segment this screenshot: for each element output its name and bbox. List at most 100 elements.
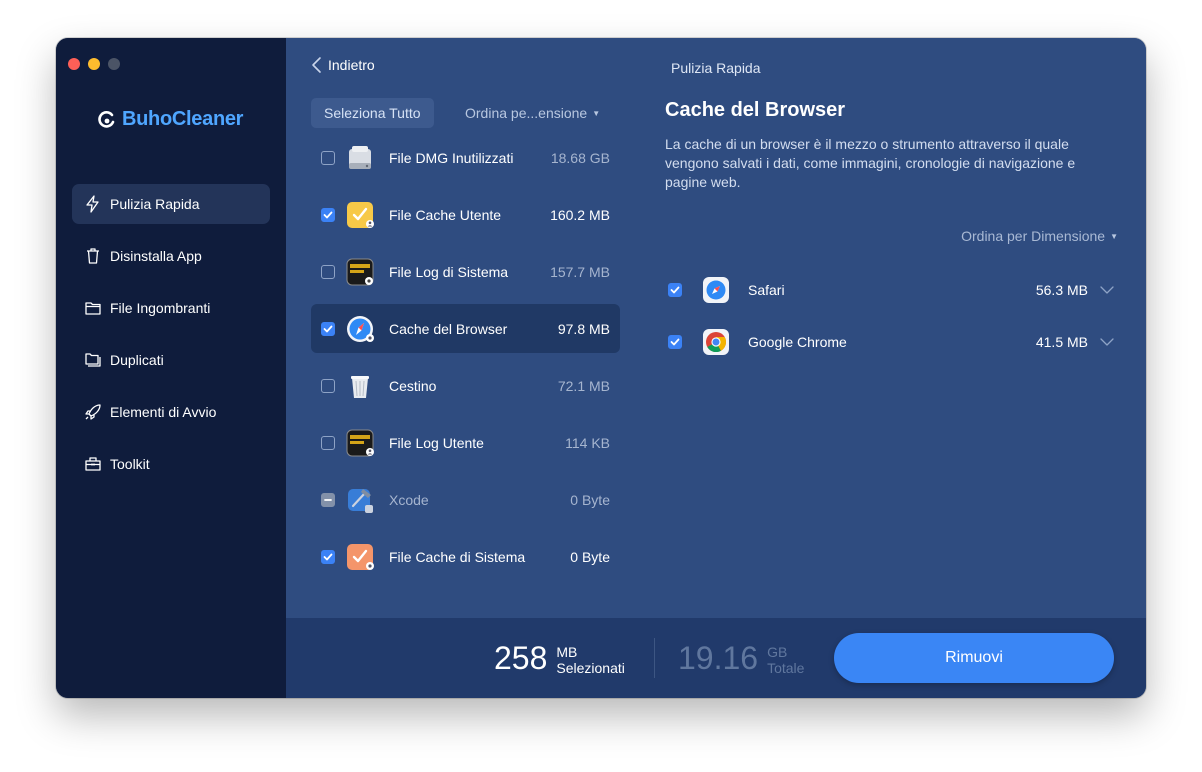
summary-divider [654, 638, 655, 678]
item-size: 157.7 MB [550, 263, 610, 280]
sidebar-item-duplicati[interactable]: Duplicati [72, 340, 270, 380]
back-label: Indietro [328, 57, 375, 73]
total-unit: GB [767, 644, 788, 660]
sidebar-item-toolkit[interactable]: Toolkit [72, 444, 270, 484]
app-name: BuhoCleaner [122, 108, 244, 130]
item-size: 0 Byte [570, 491, 610, 508]
category-panel: Indietro Seleziona Tutto Ordina pe...ens… [286, 38, 636, 618]
item-name: File DMG Inutilizzati [389, 149, 514, 166]
browser-cache-icon [347, 315, 374, 342]
item-size: 18.68 GB [550, 149, 610, 166]
system-cache-icon [347, 543, 374, 570]
disk-icon [349, 145, 371, 169]
item-checkbox[interactable] [321, 207, 335, 222]
remove-button[interactable]: Rimuovi [834, 633, 1114, 683]
item-name: Xcode [389, 491, 429, 508]
list-item[interactable]: Cache del Browser 97.8 MB [311, 304, 620, 353]
detail-title: Cache del Browser [665, 99, 846, 121]
list-item[interactable]: File DMG Inutilizzati 18.68 GB [311, 133, 620, 182]
item-name: File Cache di Sistema [389, 548, 526, 565]
sidebar-item-file-ingombranti[interactable]: File Ingombranti [72, 288, 270, 328]
bin-icon [351, 375, 369, 398]
browser-name: Safari [748, 282, 785, 298]
item-checkbox[interactable] [321, 492, 335, 507]
browser-row-safari[interactable]: Safari 56.3 MB [668, 264, 1118, 316]
list-item[interactable]: Cestino 72.1 MB [311, 361, 620, 410]
sidebar-item-label: Toolkit [110, 456, 150, 472]
selected-value: 258 [494, 640, 548, 676]
toolbox-icon [85, 457, 101, 471]
browser-size: 41.5 MB [1035, 334, 1088, 350]
close-window-button[interactable] [68, 58, 80, 70]
item-checkbox[interactable] [321, 549, 335, 564]
app-logo: BuhoCleaner [98, 108, 243, 131]
list-item[interactable]: File Cache di Sistema 0 Byte [311, 532, 620, 581]
item-size: 97.8 MB [557, 320, 610, 337]
browser-list: Safari 56.3 MB Google Chrome 41.5 MB [668, 264, 1118, 368]
chrome-icon [703, 329, 729, 355]
item-checkbox[interactable] [321, 378, 335, 393]
system-log-icon [346, 258, 374, 285]
detail-panel: Pulizia Rapida Cache del Browser La cach… [636, 38, 1146, 618]
item-size: 72.1 MB [557, 377, 610, 394]
checkmark-icon [323, 325, 333, 332]
sort-label: Ordina pe...ensione [465, 105, 588, 121]
back-button[interactable]: Indietro [310, 56, 375, 74]
sidebar-item-elementi-di-avvio[interactable]: Elementi di Avvio [72, 392, 270, 432]
list-item[interactable]: File Cache Utente 160.2 MB [311, 190, 620, 239]
sort-label: Ordina per Dimensione [961, 228, 1106, 244]
list-item[interactable]: File Log di Sistema 157.7 MB [311, 247, 620, 296]
sort-dropdown[interactable]: Ordina pe...ensione ▼ [465, 105, 600, 121]
sidebar-item-pulizia-rapida[interactable]: Pulizia Rapida [72, 184, 270, 224]
item-checkbox[interactable] [321, 435, 335, 450]
browser-name: Google Chrome [748, 334, 847, 350]
sidebar-nav: Pulizia Rapida Disinstalla App File Ingo… [72, 184, 270, 496]
checkmark-icon [670, 338, 680, 346]
app-window: BuhoCleaner Pulizia Rapida Disinstalla A… [56, 38, 1146, 698]
select-all-button[interactable]: Seleziona Tutto [311, 98, 434, 128]
item-name: Cestino [389, 377, 437, 394]
duplicate-folder-icon [85, 353, 101, 367]
item-size: 160.2 MB [550, 206, 610, 223]
item-checkbox[interactable] [321, 264, 335, 279]
sort-dropdown-detail[interactable]: Ordina per Dimensione ▼ [961, 228, 1118, 244]
header-title: Pulizia Rapida [671, 60, 761, 76]
chevron-down-icon[interactable] [1100, 337, 1114, 347]
selected-summary: 258 MB Selezionati [494, 640, 625, 676]
item-name: File Log Utente [389, 434, 484, 451]
user-cache-icon [347, 201, 374, 228]
xcode-icon [348, 488, 373, 513]
safari-icon [703, 277, 729, 303]
sidebar-item-label: File Ingombranti [110, 300, 211, 316]
list-item[interactable]: File Log Utente 114 KB [311, 418, 620, 467]
item-checkbox[interactable] [668, 335, 682, 349]
item-checkbox[interactable] [321, 150, 335, 165]
checkmark-icon [323, 553, 333, 560]
rocket-icon [85, 404, 101, 420]
sidebar-item-disinstalla-app[interactable]: Disinstalla App [72, 236, 270, 276]
sidebar: BuhoCleaner Pulizia Rapida Disinstalla A… [56, 38, 286, 698]
total-value: 19.16 [678, 640, 759, 676]
checkmark-icon [670, 286, 680, 294]
caret-down-icon: ▼ [592, 108, 601, 118]
item-size: 114 KB [565, 434, 610, 451]
browser-row-chrome[interactable]: Google Chrome 41.5 MB [668, 316, 1118, 368]
caret-down-icon: ▼ [1110, 231, 1118, 241]
folder-icon [85, 302, 101, 315]
checkmark-icon [323, 211, 333, 218]
minimize-window-button[interactable] [88, 58, 100, 70]
detail-description: La cache di un browser è il mezzo o stru… [665, 136, 1076, 190]
trash-icon [87, 248, 99, 264]
chevron-down-icon[interactable] [1100, 285, 1114, 295]
zoom-window-button[interactable] [108, 58, 120, 70]
sidebar-item-label: Disinstalla App [110, 248, 202, 264]
total-summary: 19.16 GB Totale [678, 640, 804, 676]
window-controls [68, 58, 120, 70]
chevron-left-icon [312, 57, 321, 73]
item-checkbox[interactable] [668, 283, 682, 297]
item-checkbox[interactable] [321, 321, 335, 336]
list-item[interactable]: Xcode 0 Byte [311, 475, 620, 524]
selected-label: Selezionati [556, 660, 625, 676]
item-name: File Cache Utente [389, 206, 502, 223]
category-list: File DMG Inutilizzati 18.68 GB File Cach… [311, 133, 620, 589]
